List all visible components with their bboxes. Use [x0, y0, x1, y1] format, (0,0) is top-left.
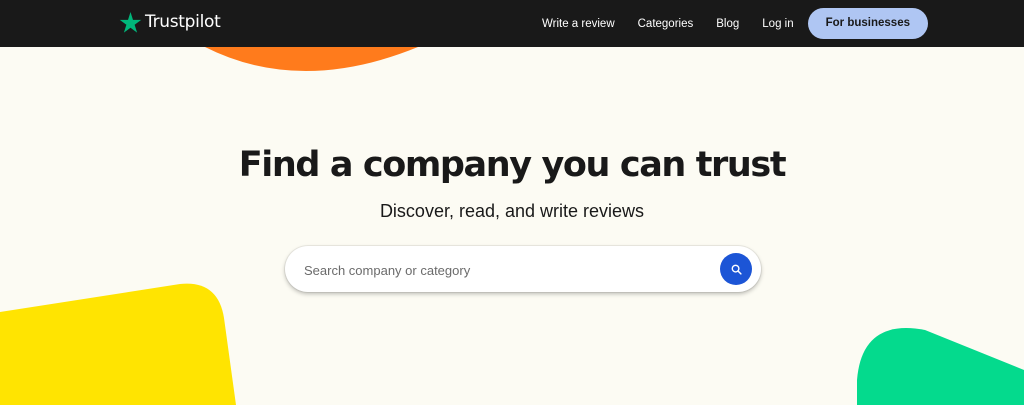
nav-categories-link[interactable]: Categories	[638, 18, 694, 30]
hero-section: Find a company you can trust Discover, r…	[0, 47, 1024, 222]
search-icon	[731, 264, 742, 275]
nav-blog-link[interactable]: Blog	[716, 18, 739, 30]
nav-links: Write a review Categories Blog Log in Fo…	[542, 0, 928, 47]
for-businesses-button[interactable]: For businesses	[807, 8, 928, 39]
top-navbar: Trustpilot Write a review Categories Blo…	[0, 0, 1024, 47]
hero-subtitle: Discover, read, and write reviews	[379, 201, 645, 221]
trustpilot-logo[interactable]: Trustpilot	[119, 9, 221, 35]
nav-write-review-link[interactable]: Write a review	[542, 18, 615, 30]
search-button[interactable]	[720, 253, 752, 285]
star-icon	[119, 11, 142, 33]
search-input[interactable]	[302, 246, 706, 294]
hero-title: Find a company you can trust	[238, 145, 787, 185]
search-bar	[285, 246, 761, 294]
brand-name: Trustpilot	[145, 12, 221, 32]
nav-login-link[interactable]: Log in	[762, 18, 793, 30]
